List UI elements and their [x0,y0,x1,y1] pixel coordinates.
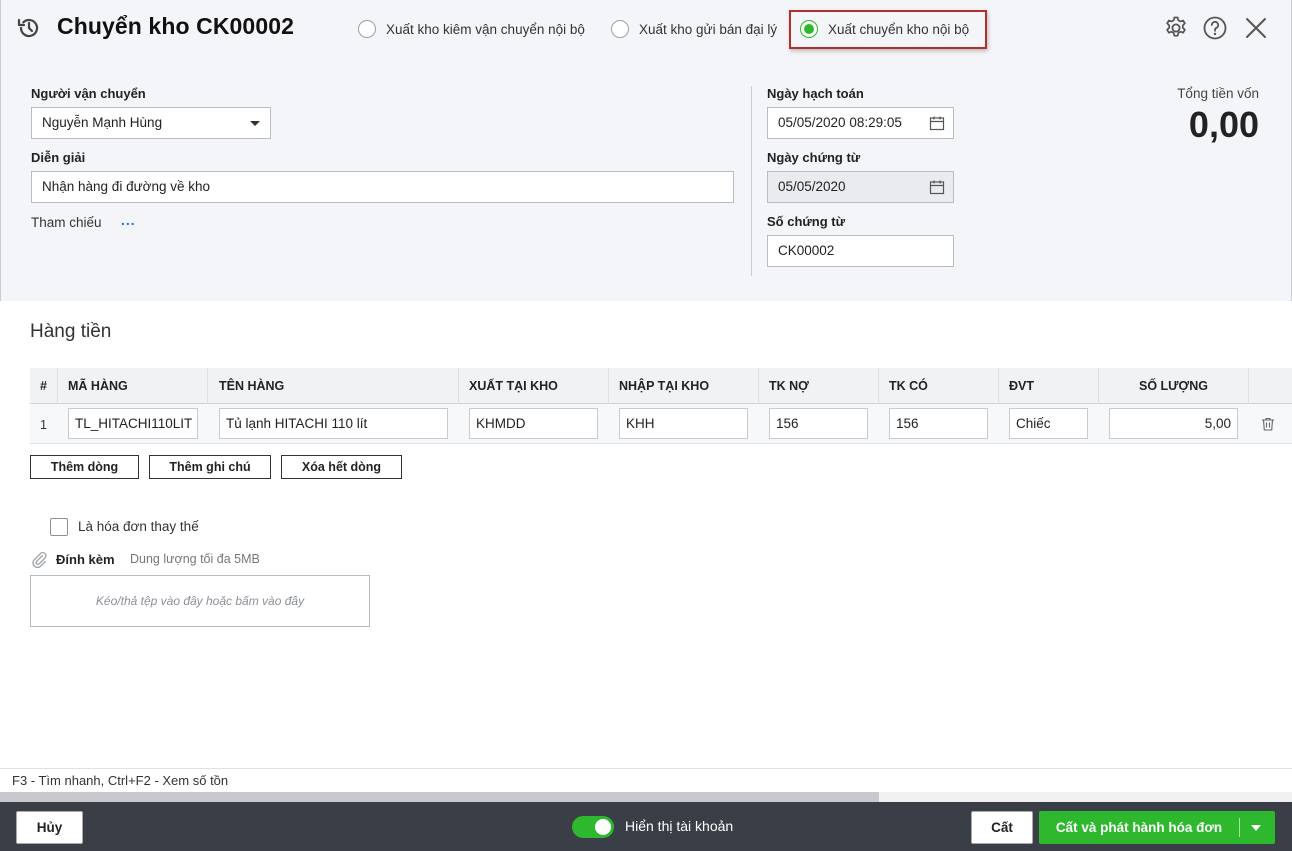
calendar-icon[interactable] [929,115,945,131]
horizontal-scrollbar[interactable] [0,792,1292,802]
chevron-down-icon[interactable] [250,121,260,126]
replacement-invoice-checkbox[interactable] [50,518,68,536]
row-number: 1 [40,418,47,432]
attachment-size-hint: Dung lượng tối đa 5MB [130,552,260,566]
shortcut-hint: F3 - Tìm nhanh, Ctrl+F2 - Xem số tồn [12,773,229,788]
paperclip-icon [32,551,47,568]
delete-all-rows-button[interactable]: Xóa hết dòng [281,455,402,479]
posting-date-input[interactable]: 05/05/2020 08:29:05 [767,107,954,139]
cancel-button[interactable]: Hủy [16,811,83,844]
column-header-import-warehouse: NHẬP TẠI KHO [609,368,759,404]
voucher-number-input[interactable]: CK00002 [767,235,954,267]
voucher-date-input[interactable]: 05/05/2020 [767,171,954,203]
show-account-toggle[interactable] [572,816,614,838]
voucher-number-label: Số chứng từ [767,214,846,229]
radio-agent-consignment-export[interactable]: Xuất kho gửi bán đại lý [611,18,777,40]
carrier-select[interactable]: Nguyễn Mạnh Hùng [31,107,271,139]
replacement-invoice-label: Là hóa đơn thay thế [78,519,199,534]
column-header-unit: ĐVT [999,368,1099,404]
import-warehouse-input[interactable]: KHH [619,408,748,439]
radio-label: Xuất chuyển kho nội bộ [828,21,970,37]
carrier-value: Nguyễn Mạnh Hùng [42,115,163,130]
column-header-quantity: SỐ LƯỢNG [1099,368,1249,404]
trash-icon[interactable] [1260,416,1276,432]
debit-account-input[interactable]: 156 [769,408,868,439]
help-icon[interactable] [1202,15,1228,41]
button-divider [1239,818,1240,837]
radio-label: Xuất kho kiêm vận chuyển nội bộ [386,21,585,37]
description-input[interactable]: Nhận hàng đi đường về kho [31,171,734,203]
column-header-name: TÊN HÀNG [209,368,459,404]
column-header-debit-account: TK NỢ [759,368,879,404]
gear-icon[interactable] [1163,15,1189,41]
save-and-publish-label: Cất và phát hành hóa đơn [1055,820,1223,835]
section-title: Hàng tiền [30,321,112,342]
item-name-input[interactable]: Tủ lạnh HITACHI 110 lít [219,408,448,439]
unit-input[interactable]: Chiếc [1009,408,1088,439]
carrier-label: Người vận chuyển [31,86,146,101]
page-title: Chuyển kho CK00002 [57,13,294,39]
radio-internal-warehouse-transfer[interactable]: Xuất chuyển kho nội bộ [800,18,969,40]
scrollbar-thumb[interactable] [0,792,879,802]
total-cost-value: 0,00 [1188,104,1259,145]
total-cost-label: Tổng tiền vốn [1177,86,1259,101]
form-header-panel: Chuyển kho CK00002 Xuất kho kiêm vận chu… [0,0,1292,301]
attachment-label: Đính kèm [56,552,115,567]
status-bar: F3 - Tìm nhanh, Ctrl+F2 - Xem số tồn [0,768,1292,792]
column-header-code: MÃ HÀNG [58,368,208,404]
save-and-publish-button[interactable]: Cất và phát hành hóa đơn [1039,811,1275,844]
column-header-export-warehouse: XUẤT TẠI KHO [459,368,609,404]
reference-label: Tham chiếu [31,215,102,230]
posting-date-label: Ngày hạch toán [767,86,864,101]
column-header-index: # [30,368,58,404]
item-code-input[interactable]: TL_HITACHI110LIT [68,408,198,439]
posting-date-value: 05/05/2020 08:29:05 [778,115,902,130]
history-icon[interactable] [15,14,43,42]
file-drop-zone[interactable]: Kéo/thả tệp vào đây hoặc bấm vào đây [30,575,370,627]
reference-more-link[interactable]: ... [121,212,136,228]
close-icon[interactable] [1243,15,1269,41]
add-row-button[interactable]: Thêm dòng [30,455,139,479]
grid-header: # MÃ HÀNG TÊN HÀNG XUẤT TẠI KHO NHẬP TẠI… [30,368,1292,404]
radio-button[interactable] [358,20,376,38]
chevron-down-icon[interactable] [1251,825,1261,831]
export-warehouse-input[interactable]: KHMDD [469,408,598,439]
items-grid: # MÃ HÀNG TÊN HÀNG XUẤT TẠI KHO NHẬP TẠI… [30,368,1292,444]
show-account-label: Hiển thị tài khoản [625,818,734,834]
voucher-date-value: 05/05/2020 [778,179,846,194]
table-row[interactable]: 1 TL_HITACHI110LIT Tủ lạnh HITACHI 110 l… [30,404,1292,444]
radio-label: Xuất kho gửi bán đại lý [639,21,778,37]
quantity-input[interactable]: 5,00 [1109,408,1238,439]
radio-button[interactable] [611,20,629,38]
footer-bar: Hủy Hiển thị tài khoản Cất Cất và phát h… [0,802,1292,851]
divider [751,86,752,276]
description-label: Diễn giải [31,150,86,165]
save-button[interactable]: Cất [971,811,1033,844]
add-note-button[interactable]: Thêm ghi chú [149,455,271,479]
voucher-date-label: Ngày chứng từ [767,150,861,165]
calendar-icon[interactable] [929,179,945,195]
credit-account-input[interactable]: 156 [889,408,988,439]
radio-button-selected[interactable] [800,20,818,38]
column-header-credit-account: TK CÓ [879,368,999,404]
radio-internal-transport-export[interactable]: Xuất kho kiêm vận chuyển nội bộ [358,18,585,40]
